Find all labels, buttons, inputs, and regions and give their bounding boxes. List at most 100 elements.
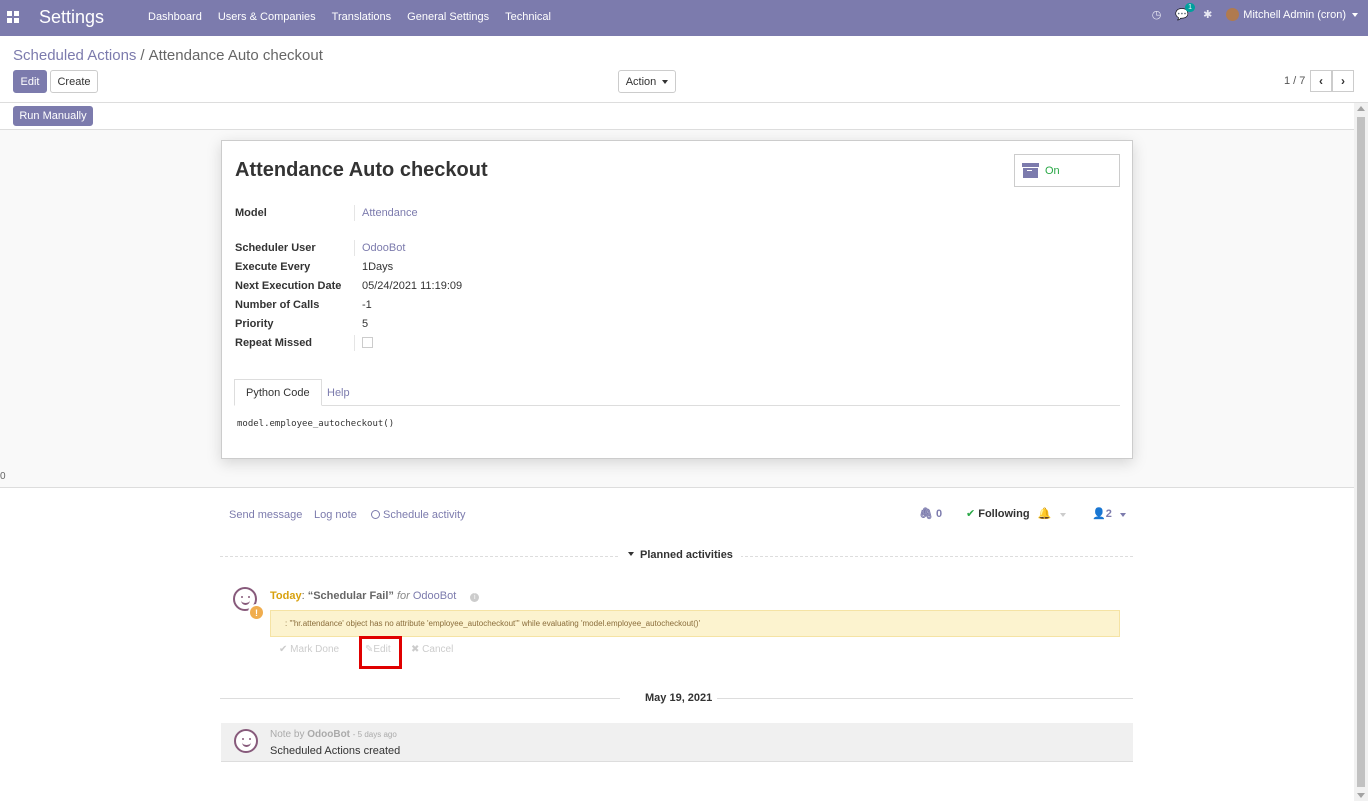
top-navbar: Settings Dashboard Users & Companies Tra… [0, 0, 1368, 36]
number-of-calls-label: Number of Calls [235, 299, 320, 311]
next-execution-label: Next Execution Date [235, 280, 342, 292]
active-toggle-button[interactable]: On [1014, 154, 1120, 187]
stray-text: 0 [0, 471, 6, 482]
bell-icon[interactable]: 🔔 [1038, 508, 1052, 520]
number-of-calls-value: -1 [362, 299, 372, 311]
message-body: Scheduled Actions created [270, 745, 401, 757]
archive-icon [1022, 163, 1039, 178]
scrollbar-thumb[interactable] [1357, 117, 1365, 787]
action-label: Action [625, 75, 657, 88]
activity-note: : '"hr.attendance' object has no attribu… [270, 610, 1120, 637]
scroll-up-icon[interactable] [1357, 106, 1365, 111]
next-execution-value: 05/24/2021 11:19:09 [362, 280, 463, 292]
cancel-activity-button[interactable]: ✖ Cancel [411, 644, 453, 655]
following-label: Following [978, 508, 1030, 520]
action-dropdown[interactable]: Action [618, 70, 676, 93]
record-title: Attendance Auto checkout [235, 159, 488, 181]
caret-down-icon [628, 552, 634, 556]
paperclip-icon: 🖇 [919, 508, 933, 520]
mark-done-label: Mark Done [290, 644, 340, 655]
model-separator [354, 205, 355, 221]
activity-header: Today: “Schedular Fail” for OdooBot i [270, 590, 480, 602]
model-label: Model [235, 207, 267, 219]
scrollbar[interactable] [1354, 103, 1368, 801]
followers-button[interactable]: 👤2 [1092, 507, 1126, 520]
model-value[interactable]: Attendance [362, 207, 418, 219]
messages-icon[interactable]: 💬 1 [1175, 3, 1196, 21]
action-caret-icon [662, 79, 669, 84]
user-menu[interactable]: Mitchell Admin (cron) [1243, 9, 1346, 21]
menu-item-translations[interactable]: Translations [332, 11, 392, 23]
highlight-box [359, 636, 402, 669]
breadcrumb-current: Attendance Auto checkout [148, 47, 323, 64]
info-icon[interactable]: i [470, 593, 480, 602]
breadcrumb: Scheduled Actions / Attendance Auto checko… [13, 47, 323, 64]
user-caret-icon [1352, 12, 1358, 17]
repeat-missed-checkbox[interactable] [362, 337, 373, 348]
attachments-button[interactable]: 🖇 0 [919, 507, 942, 520]
mark-done-button[interactable]: ✔ Mark Done [279, 644, 339, 655]
log-note-button[interactable]: Log note [314, 509, 357, 521]
python-code-field[interactable]: model.employee_autocheckout() [237, 419, 394, 429]
schedule-activity-label: Schedule activity [383, 509, 466, 521]
menu-item-general-settings[interactable]: General Settings [407, 11, 489, 23]
create-button[interactable]: Create [50, 70, 98, 93]
activity-summary: “Schedular Fail” [307, 590, 394, 602]
execute-every-value: 1Days [362, 261, 394, 273]
date-separator: May 19, 2021 [645, 692, 713, 704]
date-separator-line-left [220, 698, 620, 699]
menu-item-dashboard[interactable]: Dashboard [148, 11, 202, 23]
execute-every-label: Execute Every [235, 261, 311, 273]
user-avatar [1226, 8, 1240, 21]
activity-for-label: for [396, 590, 410, 602]
activity-assignee[interactable]: OdooBot [413, 590, 456, 602]
close-icon: ✖ [411, 644, 423, 655]
activity-clock-icon[interactable]: ◷ [1152, 8, 1162, 21]
pager-previous-icon[interactable]: ‹ [1310, 70, 1332, 92]
pager-next-icon[interactable]: › [1332, 70, 1354, 92]
messages-badge: 1 [1185, 3, 1196, 12]
following-caret-icon[interactable] [1060, 513, 1067, 517]
following-button[interactable]: ✔ Following 🔔 [966, 507, 1067, 520]
app-title[interactable]: Settings [39, 7, 104, 28]
user-icon: 👤 [1092, 508, 1106, 520]
message-prefix: Note by [270, 729, 305, 740]
breadcrumb-parent[interactable]: Scheduled Actions [13, 47, 136, 64]
scheduler-user-label: Scheduler User [235, 242, 316, 254]
attachments-count: 0 [936, 508, 943, 520]
menu-item-technical[interactable]: Technical [505, 11, 551, 23]
message-time: - 5 days ago [352, 730, 397, 739]
apps-menu-icon[interactable] [7, 11, 19, 23]
edit-button[interactable]: Edit [13, 70, 47, 93]
tab-help[interactable]: Help [316, 379, 361, 406]
planned-activities-toggle[interactable]: Planned activities [620, 549, 741, 561]
run-manually-button[interactable]: Run Manually [13, 106, 93, 126]
cancel-activity-label: Cancel [422, 644, 454, 655]
breadcrumb-separator: / [140, 47, 145, 64]
repeat-missed-separator [354, 335, 355, 351]
repeat-missed-label: Repeat Missed [235, 337, 313, 349]
schedule-activity-button[interactable]: Schedule activity [371, 509, 466, 521]
followers-count: 2 [1105, 508, 1112, 520]
message-author[interactable]: OdooBot [307, 729, 350, 740]
active-toggle-label: On [1045, 164, 1060, 177]
notebook-tabs: Python Code Help [234, 379, 1120, 406]
scheduler-user-separator [354, 240, 355, 256]
check-icon: ✔ [966, 508, 976, 520]
scheduler-user-value[interactable]: OdooBot [362, 242, 405, 254]
debug-bug-icon[interactable]: ✱ [1203, 8, 1212, 21]
warning-icon: ! [248, 604, 265, 621]
main-menu: Dashboard Users & Companies Translations… [148, 11, 567, 23]
clock-icon [371, 510, 380, 519]
priority-label: Priority [235, 318, 274, 330]
priority-value: 5 [362, 318, 369, 330]
date-separator-line-right [717, 698, 1133, 699]
form-sheet: Attendance Auto checkout On Model Attend… [221, 140, 1133, 459]
tab-python-code[interactable]: Python Code [234, 379, 322, 406]
pager-value[interactable]: 1 / 7 [1284, 75, 1305, 87]
menu-item-users-companies[interactable]: Users & Companies [218, 11, 316, 23]
odoobot-avatar [234, 729, 258, 753]
scroll-down-icon[interactable] [1357, 793, 1365, 798]
send-message-button[interactable]: Send message [229, 509, 302, 521]
planned-activities-label: Planned activities [640, 549, 733, 561]
